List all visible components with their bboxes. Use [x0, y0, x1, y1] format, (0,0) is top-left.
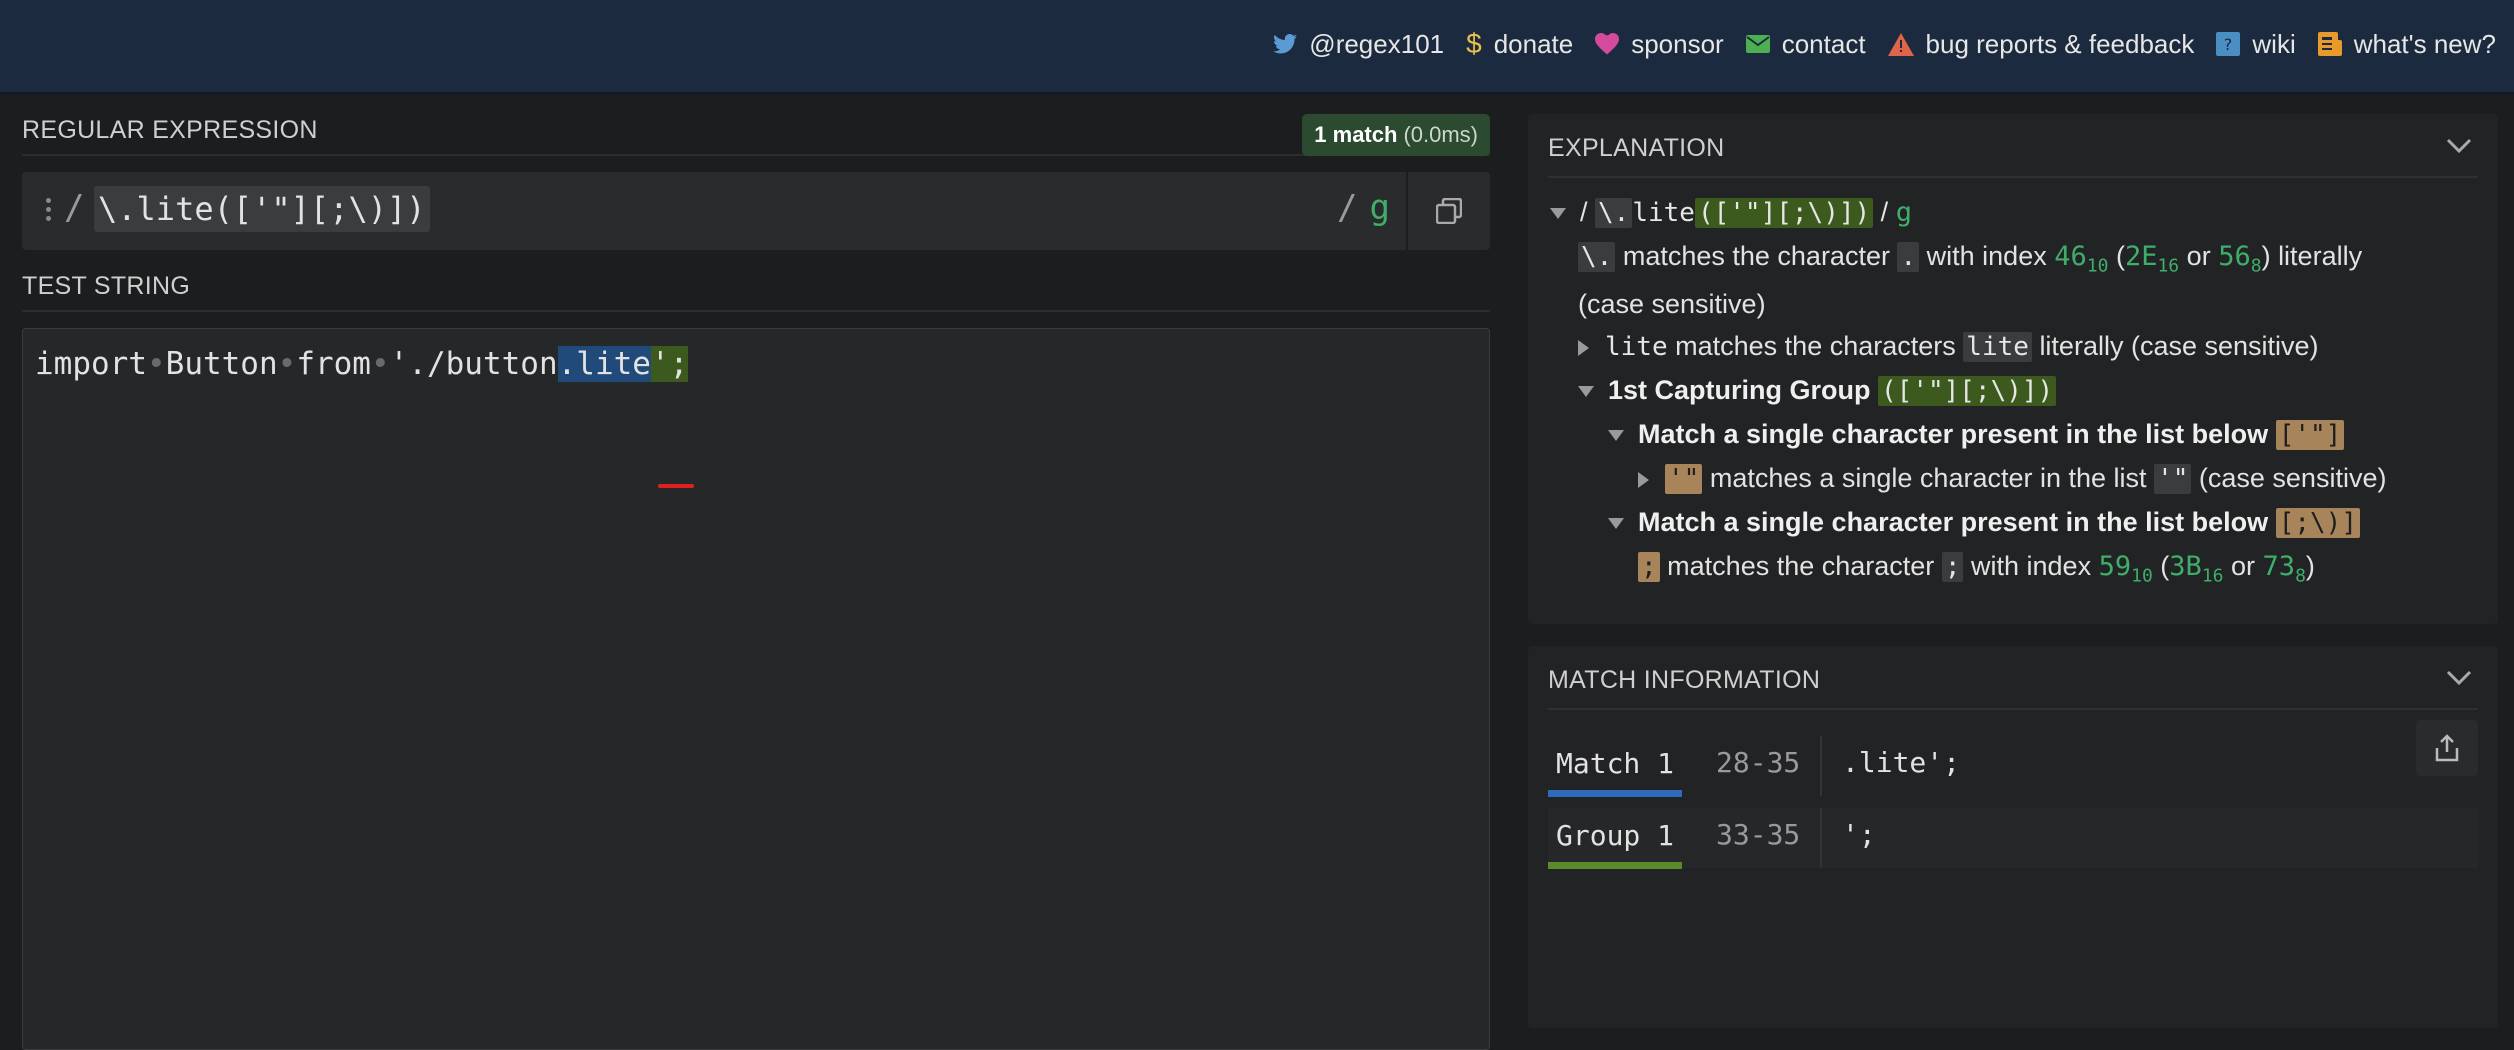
collapse-triangle-icon[interactable]: [1608, 430, 1624, 442]
explanation-escape-line: \. matches the character . with index 46…: [1578, 236, 2362, 286]
group-label: Group 1: [1548, 814, 1683, 869]
nav-bugs-label: bug reports & feedback: [1925, 28, 2195, 59]
match-info-title: MATCH INFORMATION: [1548, 666, 1821, 694]
regex-open-delimiter: /: [64, 188, 85, 228]
help-book-icon: ?: [2216, 32, 2241, 56]
explanation-escape-line-cont: (case sensitive): [1578, 289, 1766, 319]
regex-input[interactable]: / \.lite(['"][;\)]) / g: [22, 172, 1490, 250]
collapse-triangle-icon[interactable]: [1578, 386, 1594, 398]
explanation-list2-detail: ; matches the character ; with index 591…: [1638, 546, 2315, 596]
explanation-root[interactable]: / \. lite (['"][;\)]) / g: [1550, 192, 1912, 233]
chevron-down-icon[interactable]: [2446, 138, 2472, 154]
nav-contact-label: contact: [1781, 28, 1866, 59]
dollar-icon: $: [1466, 28, 1482, 59]
expand-triangle-icon[interactable]: [1638, 471, 1649, 488]
match-range: 28-35: [1716, 746, 1801, 779]
collapse-triangle-icon[interactable]: [1608, 518, 1624, 530]
match-info-panel: MATCH INFORMATION Match 1 28-35 .lite'; …: [1528, 646, 2498, 1028]
copy-regex-button[interactable]: [1406, 172, 1490, 250]
top-nav: @regex101 $ donate sponsor contact bug r…: [1273, 24, 2496, 64]
explanation-divider: [1548, 176, 2478, 178]
top-bar: @regex101 $ donate sponsor contact bug r…: [0, 0, 2514, 94]
match-value: .lite';: [1842, 746, 1961, 779]
test-word-path: './button: [389, 346, 558, 382]
twitter-icon: [1273, 34, 1298, 54]
explanation-panel: EXPLANATION / \. lite (['"][;\)]) / g \. m…: [1528, 114, 2498, 624]
group-row[interactable]: Group 1 33-35 ';: [1548, 808, 2478, 869]
group-range: 33-35: [1716, 818, 1801, 851]
match-count: 1 match: [1314, 122, 1398, 147]
expand-triangle-icon[interactable]: [1550, 208, 1566, 220]
test-string-line[interactable]: import•Button•from•'./button.lite';: [35, 341, 689, 387]
match-info-divider: [1548, 708, 2478, 710]
regex-flag-g: g: [1369, 188, 1390, 228]
match-time: (0.0ms): [1403, 122, 1478, 147]
nav-whatsnew-label: what's new?: [2353, 28, 2496, 59]
match-label: Match 1: [1548, 742, 1683, 797]
chevron-down-icon[interactable]: [2446, 670, 2472, 686]
editor-column: REGULAR EXPRESSION 1 match (0.0ms) / \.l…: [22, 92, 1490, 1050]
mail-icon: [1745, 35, 1770, 53]
test-word-from: from: [296, 346, 371, 382]
copy-icon: [1436, 198, 1462, 224]
regex-section-label: REGULAR EXPRESSION: [22, 116, 318, 144]
explanation-title: EXPLANATION: [1548, 134, 1725, 162]
explanation-list1-detail[interactable]: '" matches a single character in the lis…: [1638, 458, 2386, 499]
match-row[interactable]: Match 1 28-35 .lite';: [1548, 736, 2478, 797]
nav-twitter[interactable]: @regex101: [1273, 29, 1444, 60]
nav-whatsnew[interactable]: what's new?: [2317, 28, 2496, 60]
drag-handle-icon[interactable]: [46, 198, 54, 224]
expand-triangle-icon[interactable]: [1578, 339, 1589, 356]
match-count-badge: 1 match (0.0ms): [1302, 114, 1490, 156]
group-value: ';: [1842, 818, 1876, 851]
nav-donate-label: donate: [1493, 28, 1574, 59]
newspaper-icon: [2317, 32, 2342, 56]
explanation-group-line[interactable]: 1st Capturing Group (['"][;\)]): [1578, 370, 2057, 411]
heart-icon: [1595, 33, 1620, 55]
test-string-input[interactable]: import•Button•from•'./button.lite';: [22, 328, 1490, 1050]
nav-donate[interactable]: $ donate: [1466, 28, 1573, 60]
explanation-list1-line[interactable]: Match a single character present in the …: [1608, 414, 2345, 455]
test-section-label: TEST STRING: [22, 272, 191, 300]
test-word-import: import: [35, 346, 147, 382]
group-highlight: ';: [650, 346, 689, 382]
regex-pattern[interactable]: \.lite(['"][;\)]): [94, 186, 430, 232]
nav-wiki[interactable]: ? wiki: [2216, 28, 2296, 60]
nav-contact[interactable]: contact: [1745, 28, 1866, 60]
svg-text:?: ?: [2224, 35, 2233, 54]
error-underline: [658, 484, 694, 488]
match-highlight: .lite: [557, 346, 651, 382]
warning-icon: [1887, 32, 1914, 56]
regex-divider: [22, 154, 1490, 156]
nav-wiki-label: wiki: [2252, 28, 2296, 59]
regex-close-delimiter: /: [1337, 188, 1358, 228]
explanation-lite-line[interactable]: lite matches the characters lite literal…: [1578, 326, 2319, 367]
nav-sponsor[interactable]: sponsor: [1595, 29, 1724, 60]
test-word-button: Button: [165, 346, 278, 382]
explanation-list2-line[interactable]: Match a single character present in the …: [1608, 502, 2360, 543]
nav-sponsor-label: sponsor: [1631, 28, 1724, 59]
nav-twitter-label: @regex101: [1309, 28, 1445, 59]
regex-flags[interactable]: / g: [1337, 188, 1390, 228]
nav-bugs[interactable]: bug reports & feedback: [1887, 28, 2195, 60]
test-divider: [22, 310, 1490, 312]
